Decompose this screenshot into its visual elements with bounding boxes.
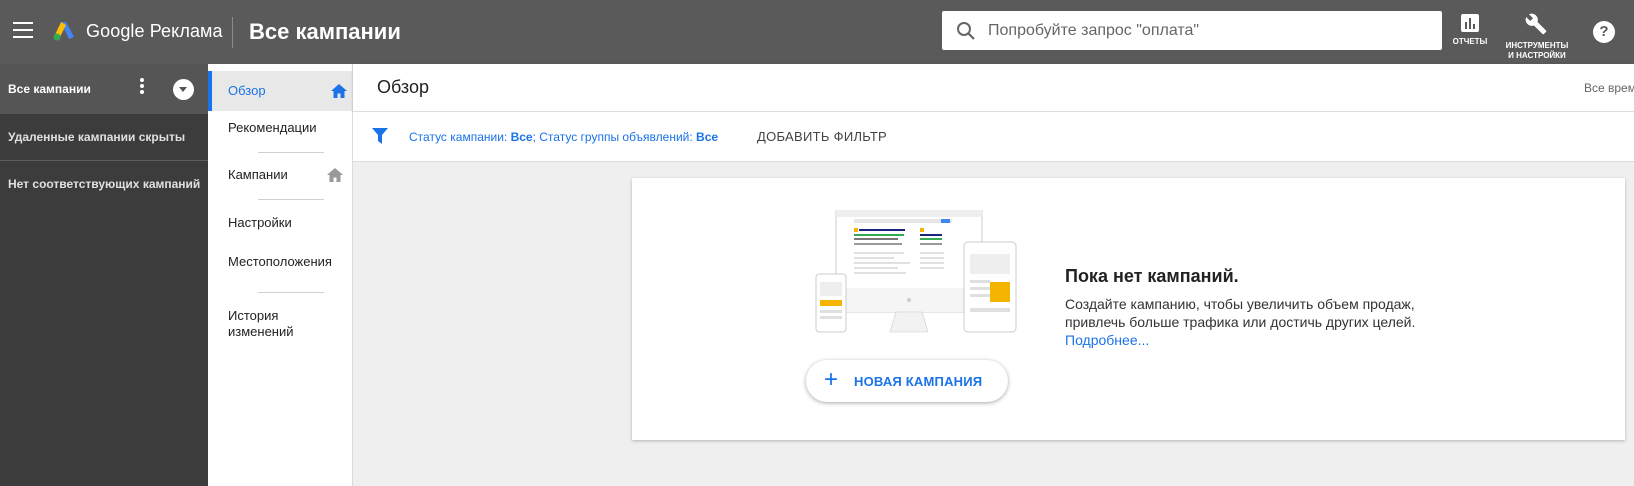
new-campaign-label: НОВАЯ КАМПАНИЯ [854,374,983,389]
page-nav: Обзор Рекомендации Кампании Настройки Ме… [208,64,353,486]
nav-item-label: Обзор [228,83,266,98]
nav-divider [258,199,324,200]
add-filter-button[interactable]: ДОБАВИТЬ ФИЛЬТР [757,129,887,144]
dropdown-icon[interactable] [173,79,194,100]
empty-state-description: Создайте кампанию, чтобы увеличить объем… [1065,295,1420,349]
empty-state-card: Пока нет кампаний. Создайте кампанию, чт… [632,178,1625,440]
campaign-selector-label: Все кампании [8,82,91,96]
empty-state-title: Пока нет кампаний. [1065,266,1239,286]
main-title: Обзор [377,77,429,97]
header-divider [232,17,233,48]
devices-illustration [815,210,1017,333]
nav-item-label: История изменений [228,308,294,339]
google-ads-logo-icon [53,22,74,41]
home-icon [331,84,347,98]
removed-campaigns-note: Удаленные кампании скрыты [8,130,186,144]
sidebar-divider [0,160,208,161]
tools-label-line1: ИНСТРУМЕНТЫ [1505,41,1569,50]
reports-icon [1461,14,1479,32]
adgroup-status-value: Все [696,130,719,144]
page-title: Все кампании [249,19,401,44]
reports-button[interactable]: ОТЧЕТЫ [1452,13,1488,47]
plus-icon: + [824,366,839,393]
main-content: Обзор Все врем Статус кампании: Все; Ста… [353,64,1634,486]
nav-item-label: Кампании [228,167,288,182]
search-box[interactable] [942,11,1442,50]
search-icon [957,22,975,40]
home-icon [327,168,343,182]
tools-label-line2: И НАСТРОЙКИ [1508,51,1566,60]
brand-name: Google Реклама [86,21,223,41]
tools-settings-button[interactable]: ИНСТРУМЕНТЫ И НАСТРОЙКИ [1502,13,1572,61]
campaign-selector[interactable]: Все кампании [0,64,208,114]
nav-item-settings[interactable]: Настройки [208,215,352,235]
nav-item-label: Рекомендации [228,120,317,135]
menu-icon[interactable] [13,22,33,38]
filter-bar: Статус кампании: Все; Статус группы объя… [353,112,1634,162]
no-campaigns-note: Нет соответствующих кампаний [8,177,201,191]
nav-item-label: Настройки [228,215,292,230]
nav-divider [258,152,324,153]
nav-item-locations[interactable]: Местоположения [208,254,352,274]
nav-item-overview[interactable]: Обзор [208,71,352,111]
adgroup-status-label: Статус группы объявлений: [539,130,697,144]
help-icon[interactable]: ? [1593,21,1615,43]
active-filters[interactable]: Статус кампании: Все; Статус группы объя… [409,130,718,144]
nav-item-label: Местоположения [228,254,332,269]
search-input[interactable] [988,11,1428,50]
nav-item-change-history[interactable]: История изменений [208,308,352,344]
nav-item-campaigns[interactable]: Кампании [208,167,352,187]
learn-more-link[interactable]: Подробнее... [1065,332,1149,348]
empty-state-text: Создайте кампанию, чтобы увеличить объем… [1065,296,1416,330]
main-header: Обзор Все врем [353,64,1634,112]
wrench-icon [1525,13,1547,35]
top-bar: Google Реклама Все кампании ОТЧЕТЫ ИНСТР… [0,0,1634,64]
reports-label: ОТЧЕТЫ [1452,37,1488,46]
nav-item-recommendations[interactable]: Рекомендации [208,120,352,140]
nav-divider [258,292,324,293]
campaign-status-label: Статус кампании: [409,130,511,144]
campaign-sidebar: Все кампании Удаленные кампании скрыты Н… [0,64,208,486]
kebab-icon[interactable] [140,78,146,98]
date-range[interactable]: Все врем [1584,81,1634,95]
filter-icon[interactable] [372,128,388,144]
new-campaign-button[interactable]: + НОВАЯ КАМПАНИЯ [806,360,1008,402]
campaign-status-value: Все [510,130,533,144]
